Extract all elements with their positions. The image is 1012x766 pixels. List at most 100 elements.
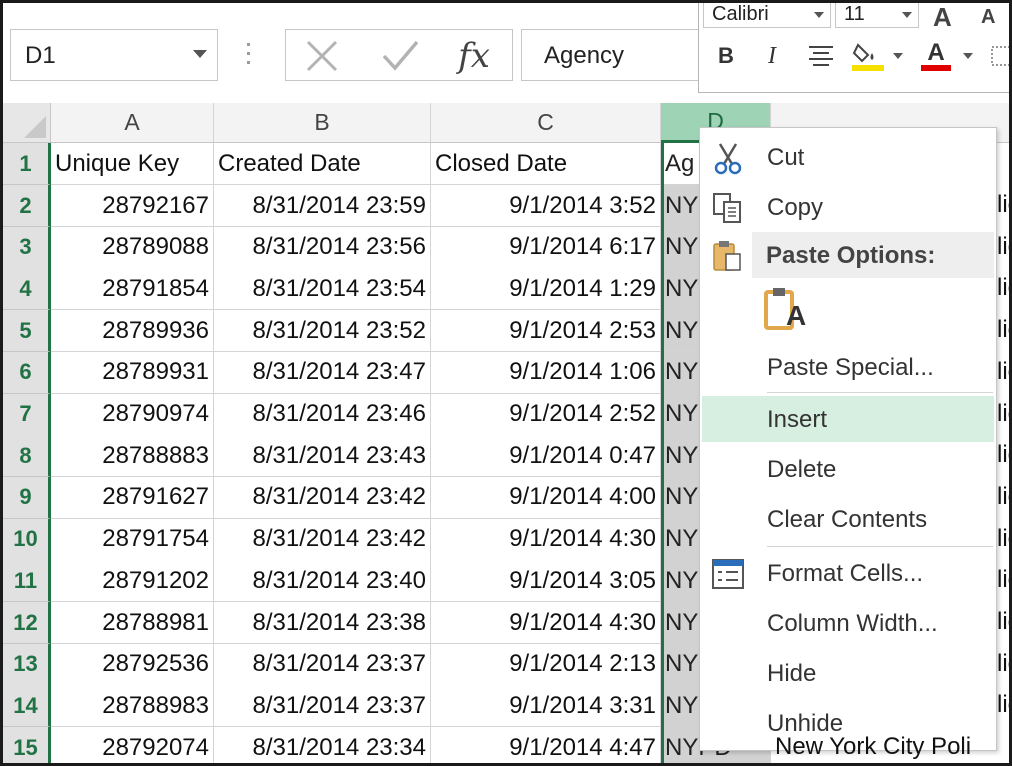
font-size-combo[interactable]: 11 <box>835 3 919 28</box>
menu-item-column-width[interactable]: Column Width... <box>700 600 996 646</box>
menu-item-copy[interactable]: Copy <box>700 184 996 230</box>
font-name-dropdown-icon[interactable] <box>814 12 824 18</box>
cell-closed-date[interactable]: 9/1/2014 2:53 <box>431 310 661 353</box>
cell-created-date[interactable]: 8/31/2014 23:46 <box>214 393 431 436</box>
menu-item-hide[interactable]: Hide <box>700 650 996 696</box>
cell-e-fragment: lic <box>997 316 1009 344</box>
cell-unique-key[interactable]: 28789931 <box>51 351 214 394</box>
cell-unique-key[interactable]: 28791627 <box>51 476 214 519</box>
select-all-button[interactable] <box>3 103 51 143</box>
cell-created-date[interactable]: 8/31/2014 23:59 <box>214 185 431 227</box>
italic-button[interactable]: I <box>757 38 787 74</box>
cell-c1[interactable]: Closed Date <box>431 143 661 185</box>
cell-closed-date[interactable]: 9/1/2014 4:00 <box>431 476 661 519</box>
row-header[interactable]: 15 <box>3 727 51 763</box>
cancel-entry-button[interactable] <box>294 34 350 78</box>
cell-created-date[interactable]: 8/31/2014 23:40 <box>214 560 431 603</box>
borders-button[interactable] <box>989 38 1009 74</box>
row-header[interactable]: 7 <box>3 393 51 436</box>
row-header[interactable]: 10 <box>3 518 51 561</box>
column-header-b[interactable]: B <box>214 103 431 143</box>
menu-item-paste-special[interactable]: Paste Special... <box>700 344 996 390</box>
row-header[interactable]: 9 <box>3 476 51 519</box>
cell-closed-date[interactable]: 9/1/2014 4:47 <box>431 727 661 763</box>
menu-item-insert[interactable]: Insert <box>702 396 994 442</box>
fill-color-dropdown-icon[interactable] <box>891 38 905 74</box>
menu-item-format-cells[interactable]: Format Cells... <box>700 550 996 596</box>
row-header[interactable]: 14 <box>3 685 51 728</box>
insert-function-button[interactable]: fx <box>446 34 502 78</box>
cell-closed-date[interactable]: 9/1/2014 2:13 <box>431 643 661 686</box>
row-header[interactable]: 2 <box>3 185 51 227</box>
shrink-font-button[interactable]: A <box>981 6 995 29</box>
row-header[interactable]: 13 <box>3 643 51 686</box>
cell-created-date[interactable]: 8/31/2014 23:54 <box>214 268 431 311</box>
cell-unique-key[interactable]: 28792167 <box>51 185 214 227</box>
row-header[interactable]: 11 <box>3 560 51 603</box>
row-header[interactable]: 4 <box>3 268 51 311</box>
cell-closed-date[interactable]: 9/1/2014 6:17 <box>431 226 661 269</box>
cell-created-date[interactable]: 8/31/2014 23:37 <box>214 685 431 728</box>
row-header[interactable]: 6 <box>3 351 51 394</box>
enter-button[interactable] <box>372 34 428 78</box>
cell-unique-key[interactable]: 28790974 <box>51 393 214 436</box>
row-header[interactable]: 5 <box>3 310 51 353</box>
row-header[interactable]: 8 <box>3 435 51 478</box>
cell-unique-key[interactable]: 28788981 <box>51 602 214 644</box>
cell-unique-key[interactable]: 28788883 <box>51 435 214 478</box>
font-size-dropdown-icon[interactable] <box>902 12 912 18</box>
fill-color-button[interactable] <box>847 38 889 74</box>
name-box[interactable]: D1 <box>10 29 218 81</box>
cell-created-date[interactable]: 8/31/2014 23:42 <box>214 518 431 561</box>
cell-unique-key[interactable]: 28789936 <box>51 310 214 353</box>
fill-color-icon <box>852 43 884 71</box>
menu-item-label: Paste Special... <box>767 354 934 381</box>
cell-a1[interactable]: Unique Key <box>51 143 214 185</box>
cell-closed-date[interactable]: 9/1/2014 0:47 <box>431 435 661 478</box>
column-header-a[interactable]: A <box>51 103 214 143</box>
align-center-icon <box>809 46 833 66</box>
cell-closed-date[interactable]: 9/1/2014 4:30 <box>431 602 661 644</box>
cell-unique-key[interactable]: 28792074 <box>51 727 214 763</box>
column-header-c[interactable]: C <box>431 103 661 143</box>
cell-created-date[interactable]: 8/31/2014 23:34 <box>214 727 431 763</box>
cell-unique-key[interactable]: 28791202 <box>51 560 214 603</box>
cell-unique-key[interactable]: 28788983 <box>51 685 214 728</box>
cell-created-date[interactable]: 8/31/2014 23:56 <box>214 226 431 269</box>
cell-b1[interactable]: Created Date <box>214 143 431 185</box>
cell-closed-date[interactable]: 9/1/2014 1:06 <box>431 351 661 394</box>
cell-created-date[interactable]: 8/31/2014 23:43 <box>214 435 431 478</box>
cell-unique-key[interactable]: 28789088 <box>51 226 214 269</box>
cell-closed-date[interactable]: 9/1/2014 2:52 <box>431 393 661 436</box>
cell-closed-date[interactable]: 9/1/2014 3:52 <box>431 185 661 227</box>
align-center-button[interactable] <box>803 38 839 74</box>
cell-unique-key[interactable]: 28791754 <box>51 518 214 561</box>
bold-button[interactable]: B <box>711 38 741 74</box>
menu-item-label: Insert <box>767 406 828 433</box>
cell-closed-date[interactable]: 9/1/2014 3:31 <box>431 685 661 728</box>
row-header[interactable]: 12 <box>3 602 51 644</box>
menu-item-cut[interactable]: Cut <box>700 134 996 180</box>
cell-created-date[interactable]: 8/31/2014 23:52 <box>214 310 431 353</box>
name-box-dropdown-icon[interactable] <box>193 50 207 58</box>
cell-unique-key[interactable]: 28792536 <box>51 643 214 686</box>
cell-unique-key[interactable]: 28791854 <box>51 268 214 311</box>
cell-created-date[interactable]: 8/31/2014 23:38 <box>214 602 431 644</box>
row-header[interactable]: 3 <box>3 226 51 269</box>
font-name-combo[interactable]: Calibri <box>703 3 831 28</box>
paste-keep-text-button[interactable]: A <box>764 286 810 332</box>
menu-item-delete[interactable]: Delete <box>700 446 996 492</box>
cell-closed-date[interactable]: 9/1/2014 1:29 <box>431 268 661 311</box>
cell-created-date[interactable]: 8/31/2014 23:37 <box>214 643 431 686</box>
font-color-button[interactable]: A <box>915 38 957 74</box>
cell-e-fragment: lic <box>997 482 1009 510</box>
cell-created-date[interactable]: 8/31/2014 23:42 <box>214 476 431 519</box>
row-header[interactable]: 1 <box>3 143 51 185</box>
menu-item-clear-contents[interactable]: Clear Contents <box>700 496 996 542</box>
font-color-dropdown-icon[interactable] <box>961 38 975 74</box>
formula-bar-grip-icon[interactable] <box>247 43 251 69</box>
grow-font-button[interactable]: A <box>933 3 952 33</box>
cell-closed-date[interactable]: 9/1/2014 4:30 <box>431 518 661 561</box>
cell-created-date[interactable]: 8/31/2014 23:47 <box>214 351 431 394</box>
cell-closed-date[interactable]: 9/1/2014 3:05 <box>431 560 661 603</box>
